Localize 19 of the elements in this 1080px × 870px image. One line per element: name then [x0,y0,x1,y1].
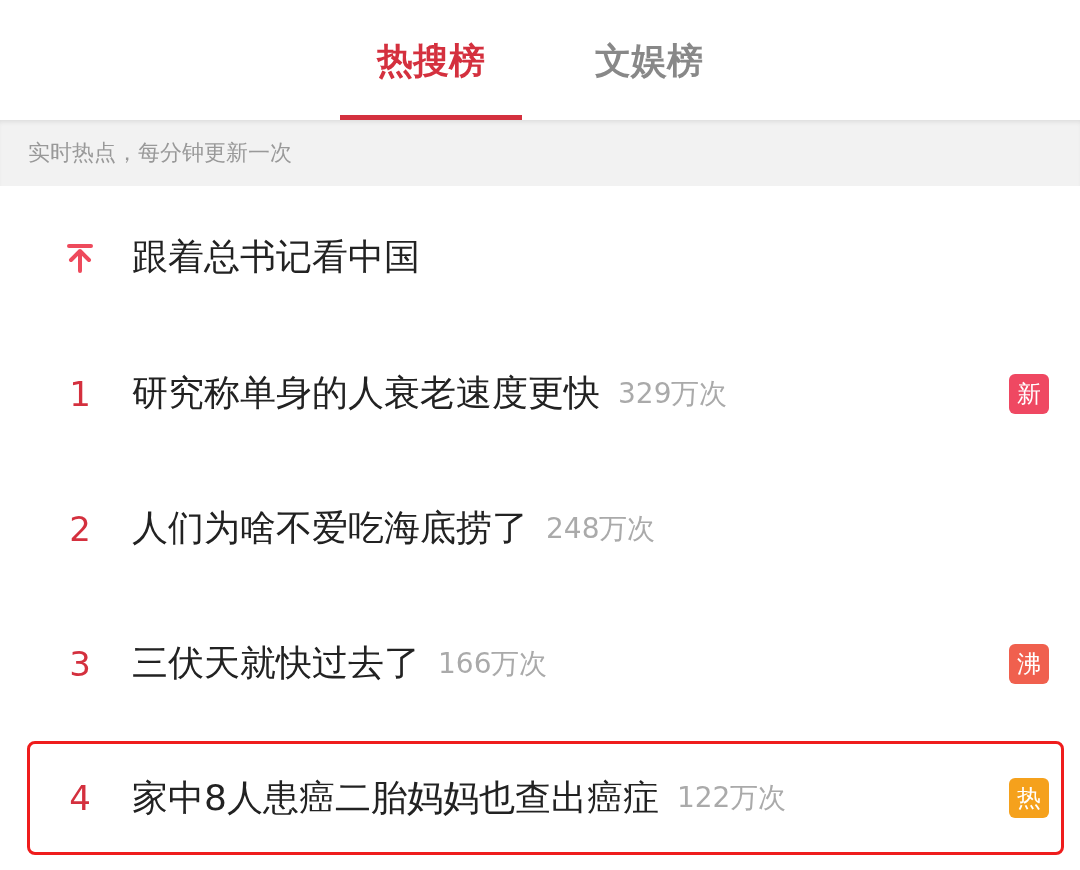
badge: 沸 [1009,643,1049,684]
topic-title[interactable]: 人们为啥不爱吃海底捞了 [132,504,528,553]
rank-number: 4 [69,778,91,818]
search-count: 166万次 [438,645,548,682]
pin-top-icon [66,242,94,273]
badge: 热 [1009,778,1049,818]
tab[interactable]: 文娱榜 [558,0,740,120]
search-count: 248万次 [546,510,656,547]
badge: 新 [1009,373,1049,414]
notice-text: 实时热点，每分钟更新一次 [28,139,292,167]
topic-title[interactable]: 研究称单身的人衰老速度更快 [132,369,600,418]
rank-number: 1 [69,373,91,414]
search-count: 122万次 [676,780,787,816]
rank-number: 3 [69,643,91,684]
topic-title[interactable]: 家中8人患癌二胎妈妈也查出癌症 [132,773,659,823]
rank-number: 2 [69,508,91,549]
search-count: 329万次 [618,375,728,412]
topic-title[interactable]: 三伏天就快过去了 [132,639,420,688]
topic-title[interactable]: 跟着总书记看中国 [132,233,420,282]
